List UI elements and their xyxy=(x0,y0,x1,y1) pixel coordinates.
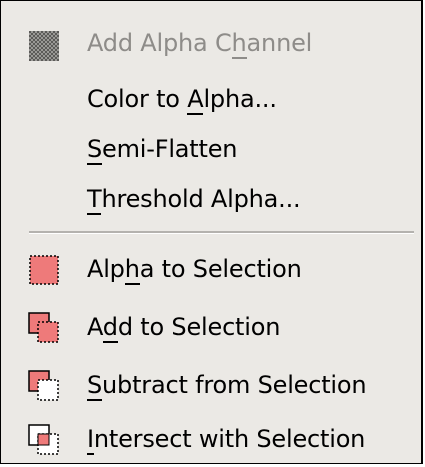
menu-item-label: Color to Alpha... xyxy=(87,85,277,115)
menu-item-label: Intersect with Selection xyxy=(87,425,366,455)
menu-item-label: Threshold Alpha... xyxy=(87,185,301,215)
add-selection-icon xyxy=(27,311,61,345)
menu-item-label: Alpha to Selection xyxy=(87,255,302,285)
menu-item-alpha-to-selection[interactable]: Alpha to Selection xyxy=(1,241,421,297)
menu-item-label: Add to Selection xyxy=(87,313,281,343)
subtract-selection-icon xyxy=(27,369,61,403)
menu-item-add-to-selection[interactable]: Add to Selection xyxy=(1,299,421,355)
menu-item-subtract-from-selection[interactable]: Subtract from Selection xyxy=(1,357,421,413)
menu-separator xyxy=(29,231,414,234)
intersect-selection-icon xyxy=(27,423,61,457)
alpha-context-menu: Add Alpha Channel Color to Alpha... Semi… xyxy=(0,0,423,464)
menu-item-label: Semi-Flatten xyxy=(87,135,238,165)
menu-item-intersect-with-selection[interactable]: Intersect with Selection xyxy=(1,411,421,467)
menu-item-label: Add Alpha Channel xyxy=(87,29,313,59)
alpha-selection-icon xyxy=(27,253,61,287)
menu-item-add-alpha-channel: Add Alpha Channel xyxy=(1,15,421,71)
menu-item-color-to-alpha[interactable]: Color to Alpha... xyxy=(1,71,421,127)
menu-item-label: Subtract from Selection xyxy=(87,371,367,401)
menu-item-threshold-alpha[interactable]: Threshold Alpha... xyxy=(1,171,421,227)
checkerboard-icon xyxy=(27,29,61,63)
menu-item-semi-flatten[interactable]: Semi-Flatten xyxy=(1,121,421,177)
